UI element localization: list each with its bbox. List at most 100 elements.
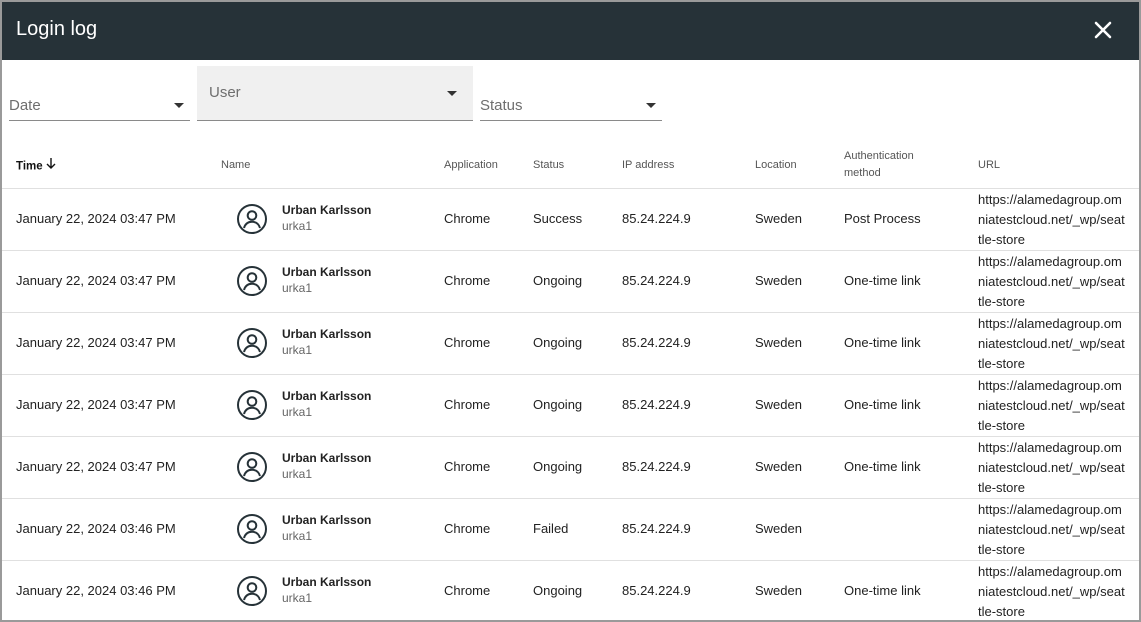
cell-user-name: Urban Karlsson: [282, 265, 372, 279]
column-header-status[interactable]: Status: [533, 157, 564, 174]
cell-location: Sweden: [755, 459, 802, 474]
user-avatar-icon: [236, 327, 268, 359]
dialog-titlebar: Login log: [2, 2, 1139, 60]
cell-application: Chrome: [444, 335, 491, 350]
cell-auth-method: One-time link: [844, 459, 921, 474]
cell-ip-address: 85.24.224.9: [622, 335, 691, 350]
cell-user-name: Urban Karlsson: [282, 513, 372, 527]
cell-location: Sweden: [755, 273, 802, 288]
column-header-auth-line1: Authentication: [844, 150, 914, 162]
cell-location: Sweden: [755, 335, 802, 350]
cell-user-login: urka1: [282, 405, 313, 419]
table-row[interactable]: January 22, 2024 03:47 PM Urban Karlsson…: [2, 375, 1139, 437]
column-header-location[interactable]: Location: [755, 157, 797, 174]
column-header-name[interactable]: Name: [221, 157, 250, 174]
cell-time: January 22, 2024 03:47 PM: [16, 211, 176, 226]
column-header-ip[interactable]: IP address: [622, 157, 674, 174]
table-row[interactable]: January 22, 2024 03:47 PM Urban Karlsson…: [2, 313, 1139, 375]
cell-application: Chrome: [444, 521, 491, 536]
user-avatar-icon: [236, 203, 268, 235]
cell-auth-method: One-time link: [844, 583, 921, 598]
cell-user-login: urka1: [282, 467, 313, 481]
cell-time: January 22, 2024 03:47 PM: [16, 397, 176, 412]
cell-status: Failed: [533, 521, 569, 536]
cell-user-name: Urban Karlsson: [282, 327, 372, 341]
cell-ip-address: 85.24.224.9: [622, 459, 691, 474]
cell-status: Ongoing: [533, 459, 583, 474]
user-filter-select[interactable]: User: [197, 66, 473, 121]
table-row[interactable]: January 22, 2024 03:47 PM Urban Karlsson…: [2, 189, 1139, 251]
cell-ip-address: 85.24.224.9: [622, 583, 691, 598]
status-filter-label: Status: [480, 97, 523, 114]
cell-time: January 22, 2024 03:47 PM: [16, 335, 176, 350]
user-avatar-icon: [236, 513, 268, 545]
cell-url[interactable]: https://alamedagroup.omniatestcloud.net/…: [978, 252, 1128, 312]
cell-status: Success: [533, 211, 583, 226]
cell-location: Sweden: [755, 211, 802, 226]
cell-auth-method: One-time link: [844, 273, 921, 288]
cell-time: January 22, 2024 03:47 PM: [16, 273, 176, 288]
cell-location: Sweden: [755, 583, 802, 598]
date-filter-label: Date: [9, 97, 41, 114]
cell-url[interactable]: https://alamedagroup.omniatestcloud.net/…: [978, 438, 1128, 498]
cell-user-name: Urban Karlsson: [282, 451, 372, 465]
column-header-url[interactable]: URL: [978, 157, 1000, 174]
date-filter-select[interactable]: Date: [9, 66, 190, 121]
cell-status: Ongoing: [533, 273, 583, 288]
cell-location: Sweden: [755, 521, 802, 536]
login-log-dialog: Login log Date User Status Time Name App…: [0, 0, 1141, 622]
user-filter-label: User: [209, 84, 241, 101]
cell-user-name: Urban Karlsson: [282, 389, 372, 403]
cell-status: Ongoing: [533, 397, 583, 412]
close-icon: [1094, 21, 1112, 39]
cell-user-login: urka1: [282, 591, 313, 605]
table-row[interactable]: January 22, 2024 03:47 PM Urban Karlsson…: [2, 251, 1139, 313]
cell-url[interactable]: https://alamedagroup.omniatestcloud.net/…: [978, 190, 1128, 250]
cell-time: January 22, 2024 03:46 PM: [16, 521, 176, 536]
caret-down-icon: [174, 103, 184, 108]
column-header-time-label: Time: [16, 160, 43, 173]
cell-ip-address: 85.24.224.9: [622, 397, 691, 412]
table-row[interactable]: January 22, 2024 03:46 PM Urban Karlsson…: [2, 499, 1139, 561]
table-row[interactable]: January 22, 2024 03:46 PM Urban Karlsson…: [2, 561, 1139, 620]
cell-auth-method: Post Process: [844, 211, 921, 226]
cell-auth-method: One-time link: [844, 335, 921, 350]
close-button[interactable]: [1091, 18, 1115, 42]
cell-url[interactable]: https://alamedagroup.omniatestcloud.net/…: [978, 376, 1128, 436]
column-header-application[interactable]: Application: [444, 157, 498, 174]
arrow-down-icon: [45, 157, 57, 176]
cell-ip-address: 85.24.224.9: [622, 521, 691, 536]
cell-ip-address: 85.24.224.9: [622, 273, 691, 288]
cell-application: Chrome: [444, 583, 491, 598]
user-avatar-icon: [236, 451, 268, 483]
cell-status: Ongoing: [533, 335, 583, 350]
cell-url[interactable]: https://alamedagroup.omniatestcloud.net/…: [978, 562, 1128, 620]
cell-user-login: urka1: [282, 529, 313, 543]
user-avatar-icon: [236, 575, 268, 607]
cell-time: January 22, 2024 03:46 PM: [16, 583, 176, 598]
status-filter-select[interactable]: Status: [480, 66, 662, 121]
cell-url[interactable]: https://alamedagroup.omniatestcloud.net/…: [978, 500, 1128, 560]
cell-time: January 22, 2024 03:47 PM: [16, 459, 176, 474]
cell-auth-method: One-time link: [844, 397, 921, 412]
cell-status: Ongoing: [533, 583, 583, 598]
cell-url[interactable]: https://alamedagroup.omniatestcloud.net/…: [978, 314, 1128, 374]
cell-ip-address: 85.24.224.9: [622, 211, 691, 226]
dialog-title: Login log: [16, 18, 98, 40]
cell-application: Chrome: [444, 397, 491, 412]
cell-user-name: Urban Karlsson: [282, 575, 372, 589]
column-header-auth-line2: method: [844, 167, 881, 179]
table-row[interactable]: January 22, 2024 03:47 PM Urban Karlsson…: [2, 437, 1139, 499]
cell-user-login: urka1: [282, 281, 313, 295]
cell-user-name: Urban Karlsson: [282, 203, 372, 217]
column-header-time[interactable]: Time: [16, 157, 57, 176]
cell-application: Chrome: [444, 459, 491, 474]
cell-user-login: urka1: [282, 219, 313, 233]
cell-application: Chrome: [444, 211, 491, 226]
caret-down-icon: [646, 103, 656, 108]
caret-down-icon: [447, 91, 457, 96]
user-avatar-icon: [236, 389, 268, 421]
cell-application: Chrome: [444, 273, 491, 288]
cell-user-login: urka1: [282, 343, 313, 357]
column-header-auth-method[interactable]: Authentication method: [844, 148, 914, 182]
